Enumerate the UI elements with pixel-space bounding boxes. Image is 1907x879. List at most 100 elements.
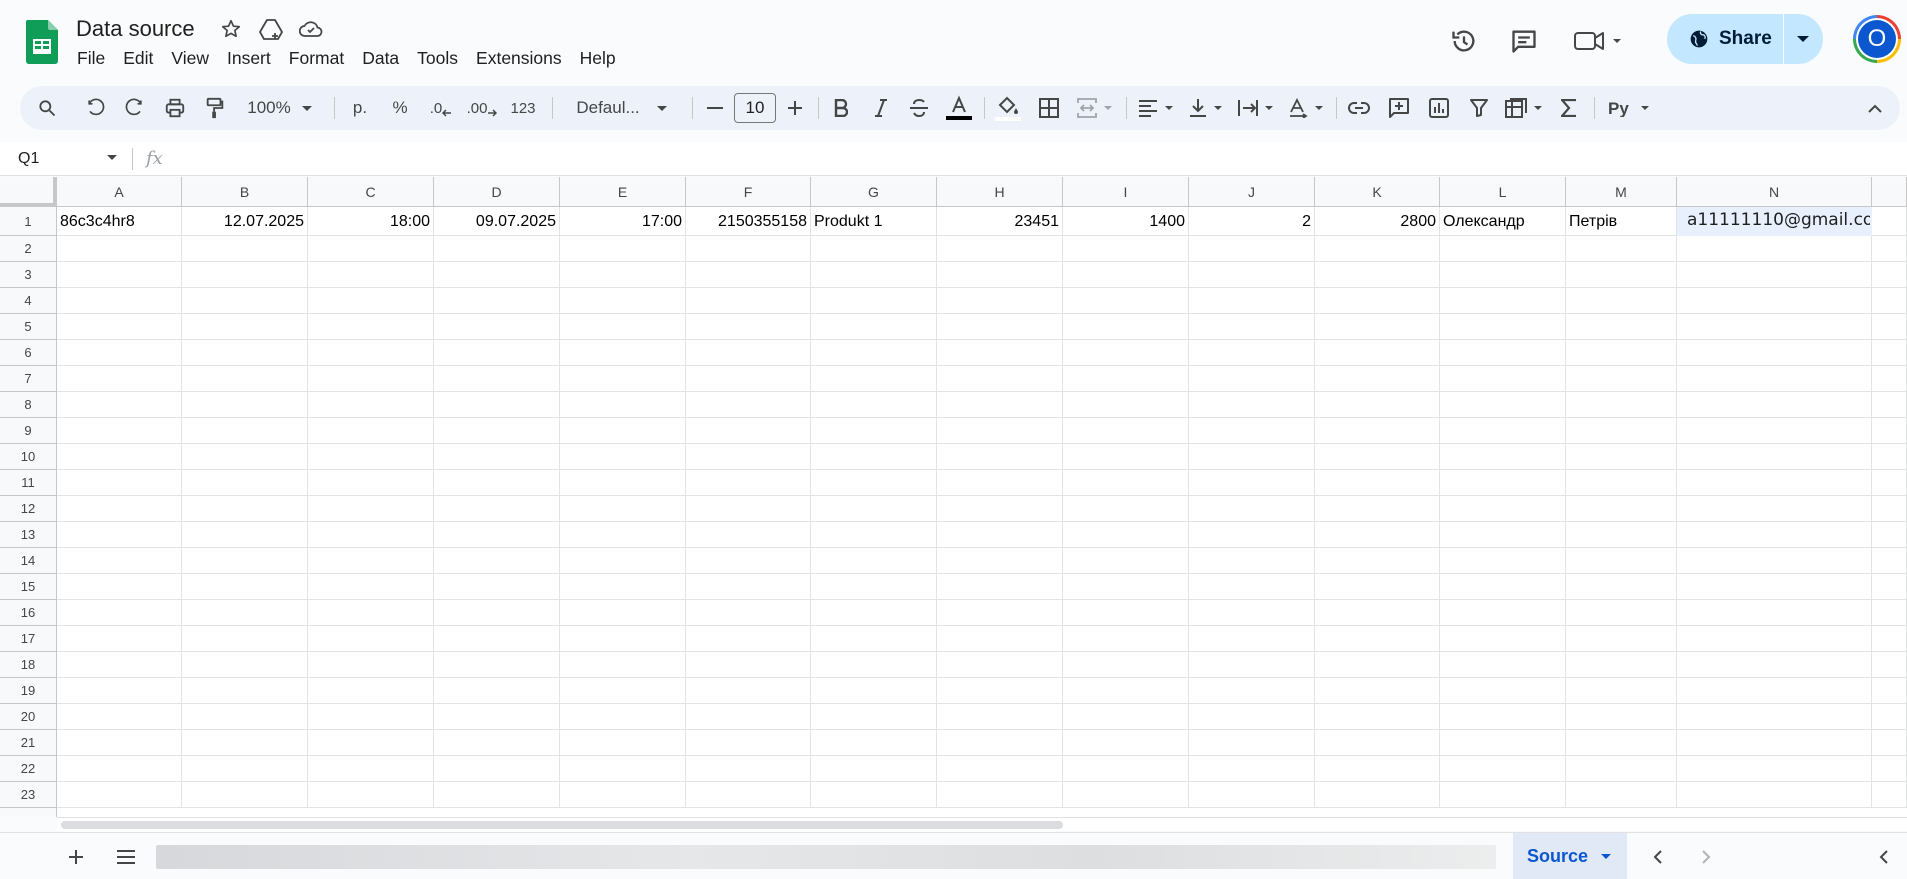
version-history-icon[interactable] (1447, 24, 1481, 58)
cell-e8[interactable] (560, 392, 686, 418)
cell-g15[interactable] (811, 574, 937, 600)
cell-a20[interactable] (57, 704, 182, 730)
row-header-21[interactable]: 21 (0, 730, 57, 756)
spreadsheet-grid[interactable]: A B C D E F G H I J K L M N 1 86c3c4hr8 12.07.2025 18:00 0… (0, 177, 1907, 817)
cell-m5[interactable] (1566, 314, 1677, 340)
cell-d6[interactable] (434, 340, 560, 366)
horizontal-scrollbar[interactable] (57, 817, 1907, 831)
cell-c12[interactable] (308, 496, 434, 522)
cell-l23[interactable] (1440, 782, 1566, 808)
cell-n11[interactable] (1677, 470, 1872, 496)
cell-b10[interactable] (182, 444, 308, 470)
column-header-n[interactable]: N (1677, 177, 1872, 207)
cell-g21[interactable] (811, 730, 937, 756)
cell-j5[interactable] (1189, 314, 1315, 340)
cell-f20[interactable] (686, 704, 811, 730)
cell-c6[interactable] (308, 340, 434, 366)
sheet-tab-source[interactable]: Source (1513, 833, 1627, 879)
cell-overflow[interactable] (1872, 678, 1907, 704)
cell-f4[interactable] (686, 288, 811, 314)
cell-h7[interactable] (937, 366, 1063, 392)
name-box[interactable]: Q1 (18, 150, 39, 168)
cell-a7[interactable] (57, 366, 182, 392)
cell-a19[interactable] (57, 678, 182, 704)
cell-n22[interactable] (1677, 756, 1872, 782)
cell-overflow[interactable] (1872, 392, 1907, 418)
cell-g7[interactable] (811, 366, 937, 392)
decrease-font-size-icon[interactable] (700, 86, 730, 130)
cell-d13[interactable] (434, 522, 560, 548)
cell-e21[interactable] (560, 730, 686, 756)
cell-e19[interactable] (560, 678, 686, 704)
zoom-select[interactable]: 100% (240, 86, 320, 130)
cell-d10[interactable] (434, 444, 560, 470)
vertical-align-icon[interactable] (1184, 86, 1228, 130)
cell-k2[interactable] (1315, 236, 1440, 262)
cell-j7[interactable] (1189, 366, 1315, 392)
text-rotation-icon[interactable] (1284, 86, 1328, 130)
cell-f6[interactable] (686, 340, 811, 366)
cell-overflow[interactable] (1872, 574, 1907, 600)
cell-e15[interactable] (560, 574, 686, 600)
cell-k3[interactable] (1315, 262, 1440, 288)
menu-format[interactable]: Format (280, 46, 353, 71)
cell-b20[interactable] (182, 704, 308, 730)
functions-icon[interactable] (1554, 86, 1584, 130)
cell-k11[interactable] (1315, 470, 1440, 496)
cell-n21[interactable] (1677, 730, 1872, 756)
cell-b3[interactable] (182, 262, 308, 288)
cell-e3[interactable] (560, 262, 686, 288)
cell-m15[interactable] (1566, 574, 1677, 600)
undo-icon[interactable] (80, 86, 110, 130)
cell-f10[interactable] (686, 444, 811, 470)
cell-k9[interactable] (1315, 418, 1440, 444)
cell-l14[interactable] (1440, 548, 1566, 574)
cell-c8[interactable] (308, 392, 434, 418)
add-sheet-icon[interactable] (62, 843, 90, 871)
cell-l18[interactable] (1440, 652, 1566, 678)
cell-a9[interactable] (57, 418, 182, 444)
row-header-19[interactable]: 19 (0, 678, 57, 704)
cell-g10[interactable] (811, 444, 937, 470)
cell-j10[interactable] (1189, 444, 1315, 470)
column-header-i[interactable]: I (1063, 177, 1189, 207)
column-header-h[interactable]: H (937, 177, 1063, 207)
cell-i23[interactable] (1063, 782, 1189, 808)
print-icon[interactable] (160, 86, 190, 130)
column-header-a[interactable]: A (57, 177, 182, 207)
cell-m7[interactable] (1566, 366, 1677, 392)
column-header-m[interactable]: M (1566, 177, 1677, 207)
cell-d7[interactable] (434, 366, 560, 392)
cell-c23[interactable] (308, 782, 434, 808)
cell-c21[interactable] (308, 730, 434, 756)
row-header-20[interactable]: 20 (0, 704, 57, 730)
sheet-tab-dropdown-icon[interactable] (1600, 853, 1612, 860)
cell-h23[interactable] (937, 782, 1063, 808)
text-color-icon[interactable] (942, 86, 976, 130)
cell-c5[interactable] (308, 314, 434, 340)
cell-j9[interactable] (1189, 418, 1315, 444)
cell-h8[interactable] (937, 392, 1063, 418)
cell-c13[interactable] (308, 522, 434, 548)
cell-n17[interactable] (1677, 626, 1872, 652)
cell-f8[interactable] (686, 392, 811, 418)
cell-n3[interactable] (1677, 262, 1872, 288)
cell-j18[interactable] (1189, 652, 1315, 678)
cell-j12[interactable] (1189, 496, 1315, 522)
cell-k7[interactable] (1315, 366, 1440, 392)
input-tools-icon[interactable]: Рy (1604, 86, 1654, 130)
all-sheets-icon[interactable] (112, 843, 140, 871)
cell-k13[interactable] (1315, 522, 1440, 548)
filter-views-icon[interactable] (1502, 86, 1546, 130)
filter-icon[interactable] (1464, 86, 1494, 130)
cell-g3[interactable] (811, 262, 937, 288)
cell-d5[interactable] (434, 314, 560, 340)
cell-m8[interactable] (1566, 392, 1677, 418)
cell-a2[interactable] (57, 236, 182, 262)
cell-g22[interactable] (811, 756, 937, 782)
cell-b11[interactable] (182, 470, 308, 496)
cell-k17[interactable] (1315, 626, 1440, 652)
cell-h3[interactable] (937, 262, 1063, 288)
cell-i19[interactable] (1063, 678, 1189, 704)
cell-f14[interactable] (686, 548, 811, 574)
